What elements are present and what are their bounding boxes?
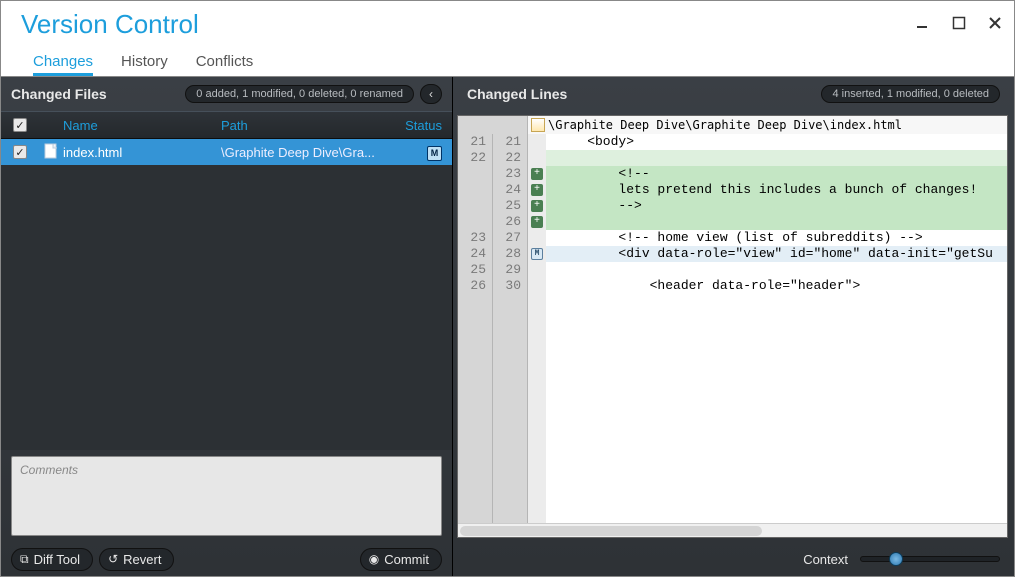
col-status[interactable]: Status xyxy=(387,118,452,133)
diff-body[interactable]: 212223242526 21222324252627282930 ++++M … xyxy=(458,134,1007,523)
diff-viewer: \Graphite Deep Dive\Graphite Deep Dive\i… xyxy=(457,115,1008,538)
maximize-icon[interactable] xyxy=(952,16,966,33)
diff-tool-icon: ⧉ xyxy=(20,552,29,567)
changed-lines-summary: 4 inserted, 1 modified, 0 deleted xyxy=(821,85,1000,103)
diff-code: <body> <!-- lets pretend this includes a… xyxy=(546,134,1007,523)
modify-marker-icon[interactable]: M xyxy=(531,248,543,260)
changed-files-header: Changed Files 0 added, 1 modified, 0 del… xyxy=(1,77,452,111)
changed-files-summary: 0 added, 1 modified, 0 deleted, 0 rename… xyxy=(185,85,414,103)
changed-files-title: Changed Files xyxy=(11,86,107,102)
commit-icon: ◉ xyxy=(369,552,379,566)
left-footer: ⧉Diff Tool ↺Revert ◉Commit xyxy=(1,542,452,576)
window-title: Version Control xyxy=(21,9,199,40)
tab-changes[interactable]: Changes xyxy=(33,53,93,76)
diff-filepath-bar: \Graphite Deep Dive\Graphite Deep Dive\i… xyxy=(458,116,1007,134)
tab-history[interactable]: History xyxy=(121,53,168,76)
revert-icon: ↺ xyxy=(108,552,118,566)
insert-marker-icon[interactable]: + xyxy=(531,216,543,228)
file-name: index.html xyxy=(63,145,221,160)
file-columns-header: ✓ Name Path Status xyxy=(1,111,452,139)
gutter-old: 212223242526 xyxy=(458,134,493,523)
minimize-icon[interactable] xyxy=(916,16,930,33)
diff-markers: + + + + M xyxy=(528,134,546,523)
insert-marker-icon[interactable]: + xyxy=(531,168,543,180)
diff-filepath: \Graphite Deep Dive\Graphite Deep Dive\i… xyxy=(548,118,902,132)
modified-badge: M xyxy=(427,146,442,161)
main-body: Changed Files 0 added, 1 modified, 0 del… xyxy=(1,77,1014,576)
window-controls xyxy=(916,16,1002,33)
revert-button[interactable]: ↺Revert xyxy=(99,548,174,571)
file-status: M xyxy=(387,144,452,161)
insert-marker-icon[interactable]: + xyxy=(531,200,543,212)
horizontal-scrollbar[interactable] xyxy=(458,523,1007,537)
col-name[interactable]: Name xyxy=(63,118,221,133)
changed-lines-panel: Changed Lines 4 inserted, 1 modified, 0 … xyxy=(453,77,1014,576)
file-path: \Graphite Deep Dive\Gra... xyxy=(221,145,387,160)
tab-conflicts[interactable]: Conflicts xyxy=(196,53,254,76)
changed-lines-title: Changed Lines xyxy=(467,86,567,102)
commit-button[interactable]: ◉Commit xyxy=(360,548,442,571)
gutter-new: 21222324252627282930 xyxy=(493,134,528,523)
app-window: Version Control Changes History Conflict… xyxy=(0,0,1015,577)
close-icon[interactable] xyxy=(988,16,1002,33)
collapse-left-icon[interactable]: ‹ xyxy=(420,84,442,104)
changed-lines-header: Changed Lines 4 inserted, 1 modified, 0 … xyxy=(453,77,1014,111)
context-label: Context xyxy=(803,552,848,567)
select-all-checkbox[interactable]: ✓ xyxy=(13,118,27,132)
insert-marker-icon[interactable]: + xyxy=(531,184,543,196)
tab-bar: Changes History Conflicts xyxy=(1,47,1014,77)
changed-files-panel: Changed Files 0 added, 1 modified, 0 del… xyxy=(1,77,453,576)
title-bar: Version Control xyxy=(1,1,1014,47)
file-row[interactable]: ✓ index.html \Graphite Deep Dive\Gra... … xyxy=(1,139,452,165)
file-checkbox[interactable]: ✓ xyxy=(13,145,27,159)
slider-thumb[interactable] xyxy=(889,552,903,566)
commit-message-input[interactable]: Comments xyxy=(11,456,442,536)
right-footer: Context xyxy=(453,542,1014,576)
col-path[interactable]: Path xyxy=(221,118,387,133)
file-list: ✓ index.html \Graphite Deep Dive\Gra... … xyxy=(1,139,452,450)
file-icon xyxy=(44,143,58,162)
context-slider[interactable] xyxy=(860,556,1000,562)
file-icon xyxy=(531,118,545,132)
diff-tool-button[interactable]: ⧉Diff Tool xyxy=(11,548,93,571)
